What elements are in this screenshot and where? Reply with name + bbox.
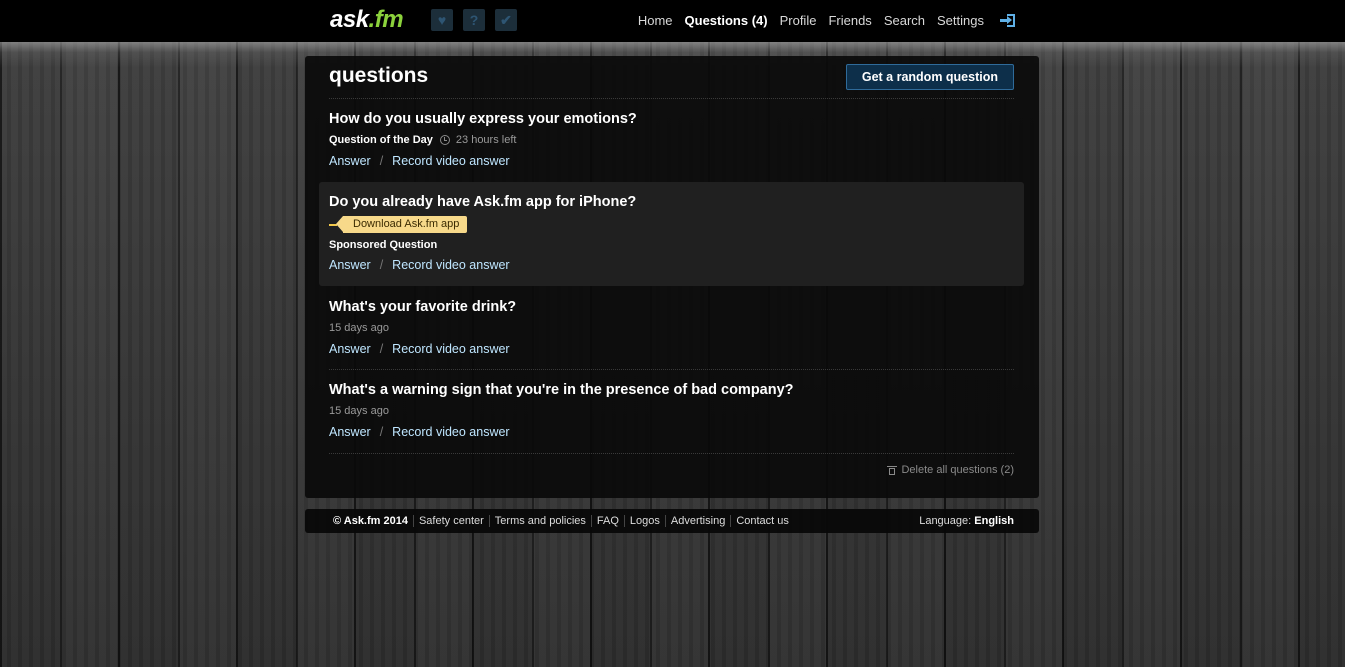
question-meta: Question of the Day 23 hours left [329,134,1014,146]
question-of-day-label: Question of the Day [329,134,433,146]
question-age: 15 days ago [329,322,389,334]
footer: © Ask.fm 2014 Safety center Terms and po… [305,509,1039,533]
time-left: 23 hours left [455,134,517,146]
main-nav: Home Questions (4) Profile Friends Searc… [638,13,1015,28]
delete-all-label: Delete all questions (2) [901,464,1014,476]
nav-home[interactable]: Home [638,13,673,28]
question-title[interactable]: Do you already have Ask.fm app for iPhon… [329,194,1014,210]
footer-link-safety-center[interactable]: Safety center [412,515,489,527]
question-age: 15 days ago [329,405,389,417]
nav-settings[interactable]: Settings [937,13,984,28]
question-item: What's your favorite drink? 15 days ago … [329,299,1014,356]
answer-link[interactable]: Answer [329,258,371,272]
question-meta: 15 days ago [329,405,1014,417]
nav-friends[interactable]: Friends [828,13,871,28]
page-title: questions [329,64,429,87]
question-item: How do you usually express your emotions… [329,111,1014,168]
question-title[interactable]: How do you usually express your emotions… [329,111,1014,127]
slash-separator: / [379,425,384,439]
sponsored-question-item: Do you already have Ask.fm app for iPhon… [319,182,1024,286]
record-video-link[interactable]: Record video answer [392,342,509,356]
random-question-button[interactable]: Get a random question [845,64,1014,90]
question-title[interactable]: What's a warning sign that you're in the… [329,382,1014,398]
question-item: What's a warning sign that you're in the… [329,382,1014,439]
nav-profile[interactable]: Profile [780,13,817,28]
footer-link-logos[interactable]: Logos [623,515,665,527]
trash-icon [887,465,898,475]
quick-icons: ♥ ? ✔ [431,9,517,31]
question-actions: Answer / Record video answer [329,425,1014,439]
questions-panel: questions Get a random question How do y… [305,56,1039,498]
divider [329,98,1014,99]
question-actions: Answer / Record video answer [329,342,1014,356]
slash-separator: / [379,154,384,168]
delete-all-questions[interactable]: Delete all questions (2) [887,464,1014,476]
check-icon[interactable]: ✔ [495,9,517,31]
clock-icon [439,135,450,145]
language-value: English [974,515,1014,527]
top-bar: ask.fm ♥ ? ✔ Home Questions (4) Profile … [0,0,1345,68]
ask-fm-logo[interactable]: ask.fm [330,6,404,34]
slash-separator: / [379,342,384,356]
footer-links: © Ask.fm 2014 Safety center Terms and po… [333,515,794,527]
divider [329,453,1014,454]
heart-icon[interactable]: ♥ [431,9,453,31]
slash-separator: / [379,258,384,272]
answer-link[interactable]: Answer [329,342,371,356]
language-selector[interactable]: Language: English [919,515,1014,527]
question-meta: 15 days ago [329,322,1014,334]
sponsored-label: Sponsored Question [329,239,438,251]
question-icon[interactable]: ? [463,9,485,31]
nav-questions[interactable]: Questions (4) [685,13,768,28]
nav-search[interactable]: Search [884,13,925,28]
record-video-link[interactable]: Record video answer [392,258,509,272]
footer-link-contact[interactable]: Contact us [730,515,794,527]
footer-link-advertising[interactable]: Advertising [664,515,730,527]
language-label: Language: [919,515,972,527]
logo-main-text: ask [330,6,369,33]
answer-link[interactable]: Answer [329,425,371,439]
download-app-tag[interactable]: Download Ask.fm app [335,216,468,233]
logout-icon[interactable] [1000,13,1015,28]
divider [329,369,1014,370]
footer-link-terms[interactable]: Terms and policies [488,515,591,527]
answer-link[interactable]: Answer [329,154,371,168]
question-actions: Answer / Record video answer [329,258,1014,272]
copyright: © Ask.fm 2014 [333,515,408,527]
record-video-link[interactable]: Record video answer [392,154,509,168]
question-actions: Answer / Record video answer [329,154,1014,168]
question-title[interactable]: What's your favorite drink? [329,299,1014,315]
download-tag[interactable]: Download Ask.fm app [329,216,1014,233]
footer-link-faq[interactable]: FAQ [590,515,624,527]
logo-accent-text: .fm [368,6,404,33]
record-video-link[interactable]: Record video answer [392,425,509,439]
